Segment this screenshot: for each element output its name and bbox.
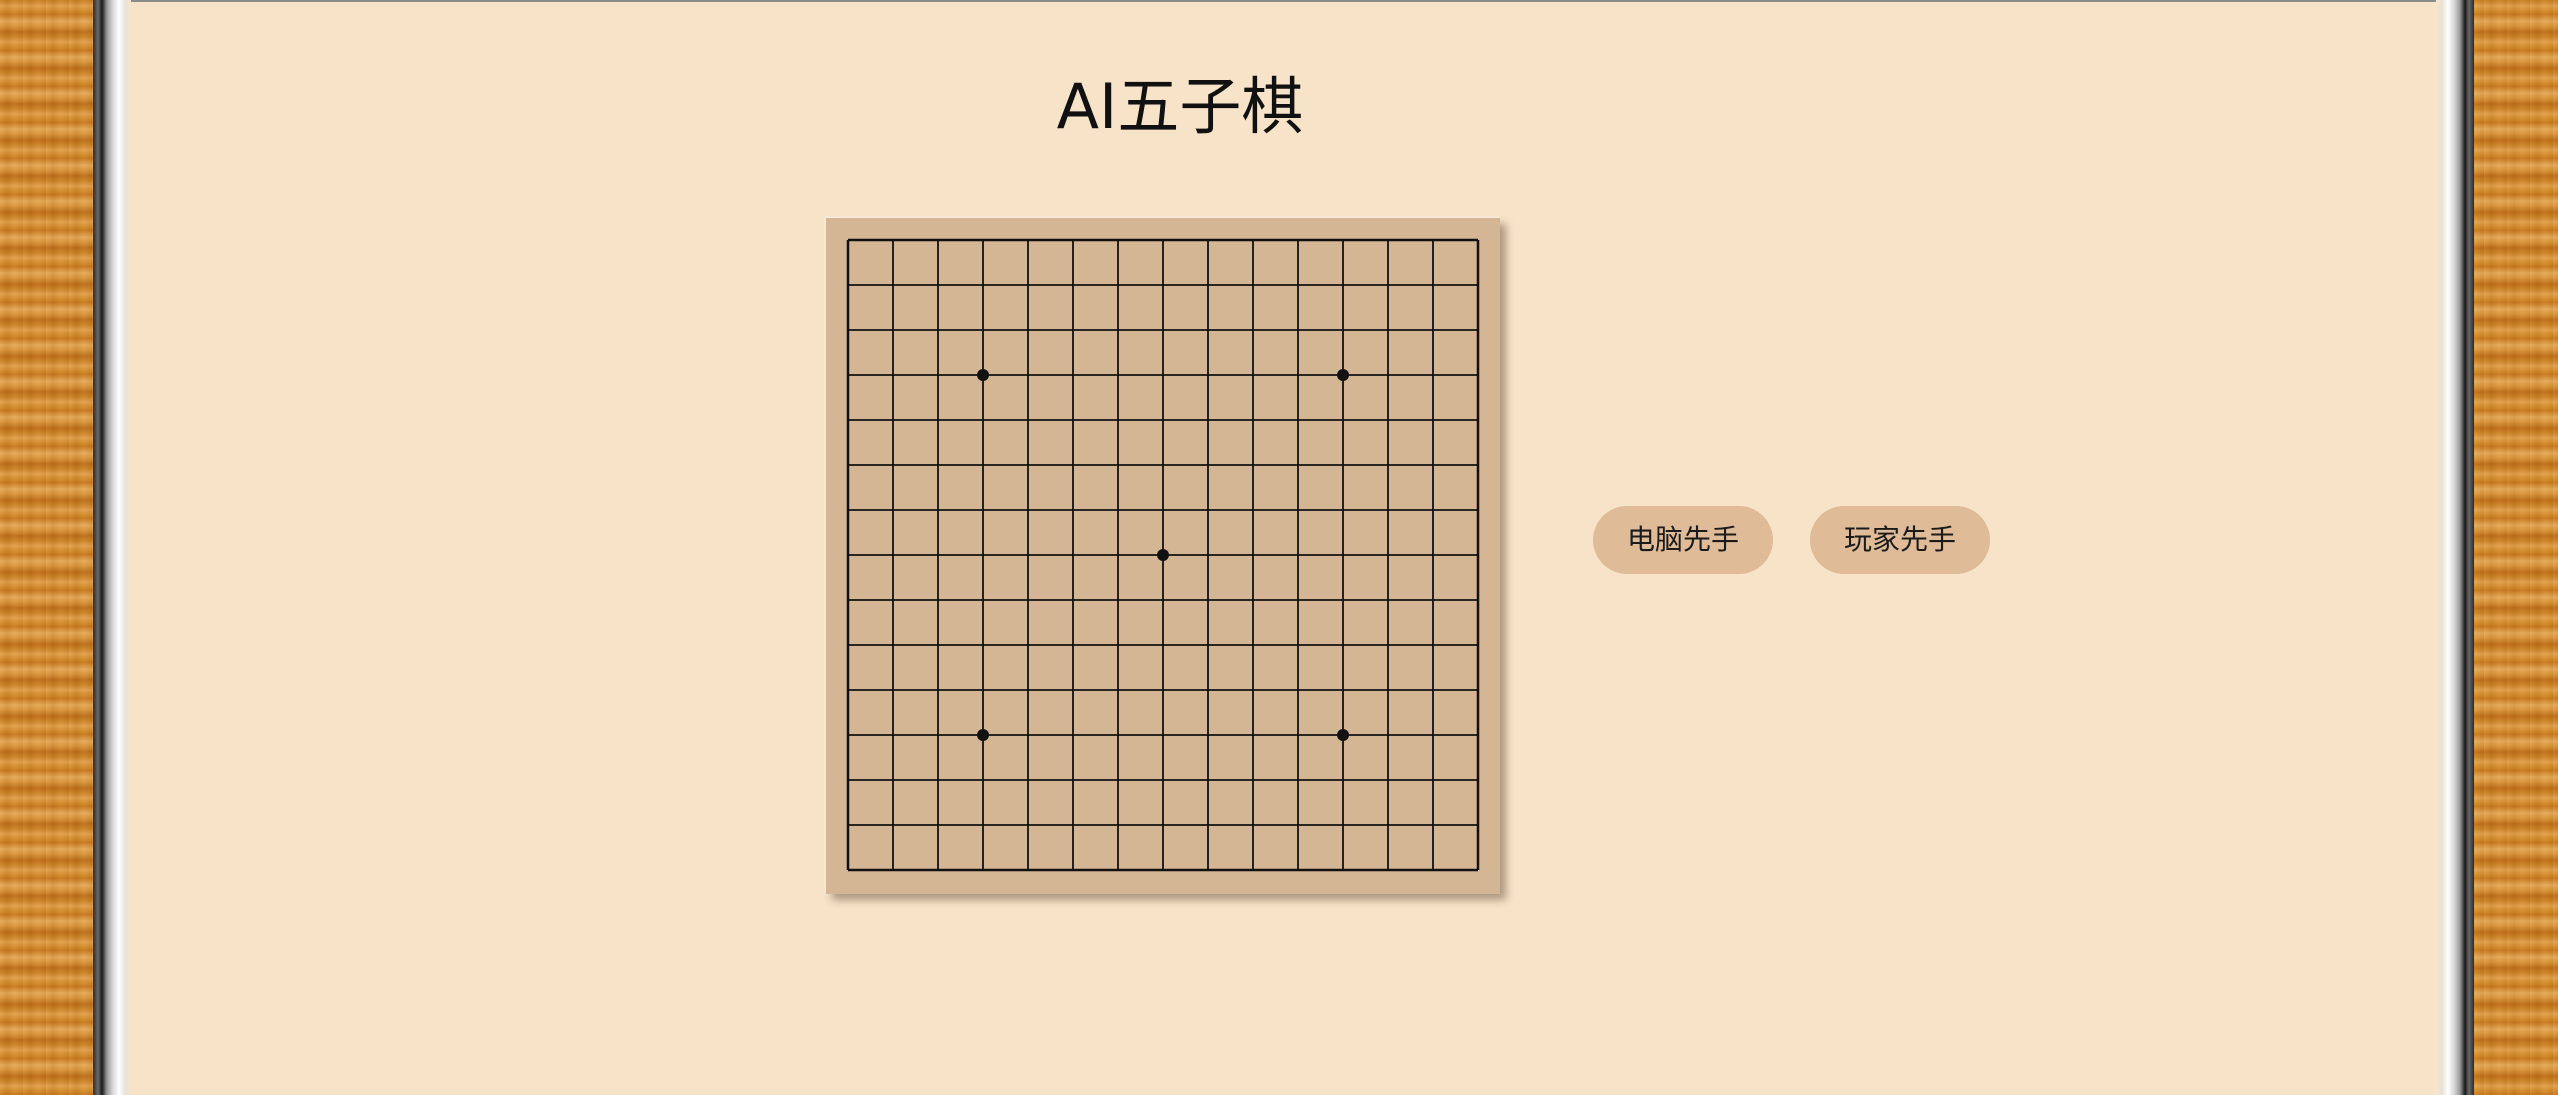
star-point bbox=[977, 729, 989, 741]
player-first-button[interactable]: 玩家先手 bbox=[1810, 506, 1990, 574]
star-point bbox=[1337, 729, 1349, 741]
board-canvas[interactable] bbox=[826, 218, 1500, 894]
page-title: AI五子棋 bbox=[1056, 70, 1304, 143]
star-point bbox=[977, 369, 989, 381]
computer-first-button[interactable]: 电脑先手 bbox=[1593, 506, 1773, 574]
star-point bbox=[1337, 369, 1349, 381]
left-metal-frame bbox=[93, 0, 131, 1095]
right-metal-frame bbox=[2436, 0, 2474, 1095]
star-point bbox=[1157, 549, 1169, 561]
gomoku-board[interactable] bbox=[826, 218, 1500, 894]
